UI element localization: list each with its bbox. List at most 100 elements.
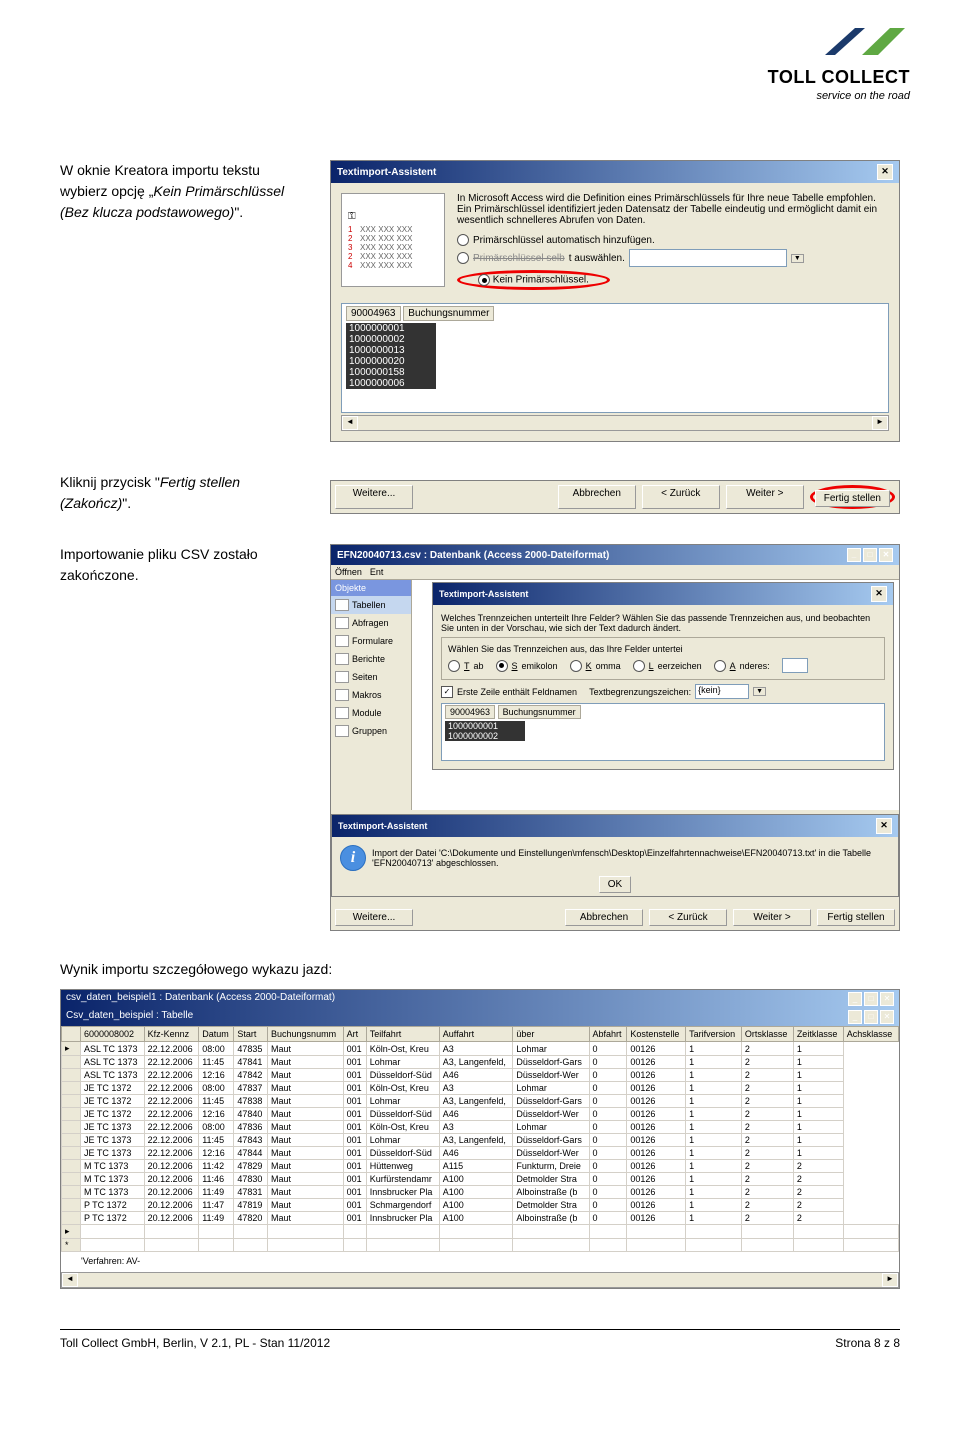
- radio-semikolon[interactable]: [496, 660, 508, 672]
- text-qualifier-select[interactable]: {kein}: [695, 684, 749, 699]
- horizontal-scrollbar[interactable]: ◄►: [341, 415, 889, 431]
- object-makros[interactable]: Makros: [331, 686, 411, 704]
- close-icon[interactable]: ✕: [880, 1010, 894, 1024]
- table-row: ▸: [62, 1225, 899, 1239]
- table-row[interactable]: M TC 137320.12.200611:4247829Maut001Hütt…: [62, 1160, 899, 1173]
- table-row[interactable]: ASL TC 137322.12.200611:4547841Maut001Lo…: [62, 1056, 899, 1069]
- open-button[interactable]: Öffnen: [335, 567, 362, 577]
- object-module[interactable]: Module: [331, 704, 411, 722]
- other-delim-input[interactable]: [782, 658, 808, 673]
- column-header[interactable]: Buchungsnumm: [268, 1027, 344, 1042]
- table-row[interactable]: M TC 137320.12.200611:4647830Maut001Kurf…: [62, 1173, 899, 1186]
- next-button[interactable]: Weiter >: [733, 909, 811, 926]
- object-gruppen[interactable]: Gruppen: [331, 722, 411, 740]
- table-footer-note: 'Verfahren: AV-: [61, 1252, 899, 1270]
- close-icon[interactable]: ✕: [871, 586, 887, 602]
- minimize-icon[interactable]: _: [848, 1010, 862, 1024]
- radio-komma[interactable]: [570, 660, 582, 672]
- cancel-button[interactable]: Abbrechen: [565, 909, 643, 926]
- radio-tab[interactable]: [448, 660, 460, 672]
- design-button[interactable]: Ent: [370, 567, 384, 577]
- more-button[interactable]: Weitere...: [335, 485, 413, 509]
- column-header[interactable]: Abfahrt: [589, 1027, 627, 1042]
- column-header[interactable]: über: [513, 1027, 589, 1042]
- key-illustration: ⚿ 1XXX XXX XXX2XXX XXX XXX3XXX XXX XXX2X…: [341, 193, 445, 287]
- completion-message-text: Import der Datei 'C:\Dokumente und Einst…: [372, 848, 890, 868]
- column-header[interactable]: Kostenstelle: [627, 1027, 686, 1042]
- next-button[interactable]: Weiter >: [726, 485, 804, 509]
- column-header[interactable]: Start: [234, 1027, 268, 1042]
- table-row[interactable]: JE TC 137222.12.200611:4547838Maut001Loh…: [62, 1095, 899, 1108]
- table-row[interactable]: ▸ASL TC 137322.12.200608:0047835Maut001K…: [62, 1042, 899, 1056]
- radio-leerzeichen[interactable]: [633, 660, 645, 672]
- ok-button[interactable]: OK: [599, 876, 631, 893]
- table-row[interactable]: JE TC 137322.12.200608:0047836Maut001Köl…: [62, 1121, 899, 1134]
- maximize-icon[interactable]: □: [864, 1010, 878, 1024]
- cancel-button[interactable]: Abbrechen: [558, 485, 636, 509]
- section3-instruction: Importowanie pliku CSV zostało zakończon…: [60, 544, 310, 586]
- radio-select-key[interactable]: [457, 252, 469, 264]
- chevron-down-icon[interactable]: ▼: [791, 254, 804, 263]
- preview-listbox[interactable]: 90004963 Buchungsnummer 1000000001100000…: [341, 303, 889, 413]
- close-icon[interactable]: ✕: [877, 164, 893, 180]
- preview-listbox-2[interactable]: 90004963 Buchungsnummer 1000000001100000…: [441, 703, 885, 761]
- info-icon: i: [340, 845, 366, 871]
- maximize-icon[interactable]: □: [864, 992, 878, 1006]
- footer-right: Strona 8 z 8: [835, 1336, 900, 1350]
- column-header[interactable]: Auffahrt: [439, 1027, 513, 1042]
- key-field-select[interactable]: [629, 249, 787, 267]
- first-row-header-checkbox[interactable]: ✓: [441, 686, 453, 698]
- section1-instruction: W oknie Kreatora importu tekstu wybierz …: [60, 160, 310, 223]
- column-header[interactable]: Zeitklasse: [793, 1027, 843, 1042]
- minimize-icon[interactable]: _: [848, 992, 862, 1006]
- brand-logo: TOLL COLLECT service on the road: [768, 20, 910, 102]
- column-header[interactable]: Tarifversion: [686, 1027, 742, 1042]
- column-header[interactable]: Datum: [199, 1027, 234, 1042]
- table-row[interactable]: M TC 137320.12.200611:4947831Maut001Inns…: [62, 1186, 899, 1199]
- finish-button[interactable]: Fertig stellen: [815, 490, 890, 507]
- finish-button[interactable]: Fertig stellen: [817, 909, 895, 926]
- table-row[interactable]: ASL TC 137322.12.200612:1647842Maut001Dü…: [62, 1069, 899, 1082]
- object-tabellen[interactable]: Tabellen: [331, 596, 411, 614]
- column-header[interactable]: Achsklasse: [843, 1027, 898, 1042]
- result-table-window: csv_daten_beispiel1 : Datenbank (Access …: [60, 989, 900, 1289]
- db-title: csv_daten_beispiel1 : Datenbank (Access …: [66, 992, 335, 1006]
- column-header[interactable]: Ortsklasse: [741, 1027, 793, 1042]
- column-header[interactable]: 6000008002: [81, 1027, 145, 1042]
- column-header[interactable]: Teilfahrt: [366, 1027, 439, 1042]
- close-icon[interactable]: ✕: [880, 992, 894, 1006]
- table-row[interactable]: P TC 137220.12.200611:4747819Maut001Schm…: [62, 1199, 899, 1212]
- table-row[interactable]: JE TC 137322.12.200612:1647844Maut001Düs…: [62, 1147, 899, 1160]
- radio-anderes:[interactable]: [714, 660, 726, 672]
- column-header[interactable]: Art: [343, 1027, 366, 1042]
- close-icon[interactable]: ✕: [879, 548, 893, 562]
- table-title: Csv_daten_beispiel : Tabelle: [66, 1010, 193, 1024]
- chevron-down-icon[interactable]: ▼: [753, 687, 766, 696]
- result-heading: Wynik importu szczegółowego wykazu jazd:: [60, 961, 900, 977]
- object-formulare[interactable]: Formulare: [331, 632, 411, 650]
- table-row[interactable]: JE TC 137222.12.200612:1647840Maut001Düs…: [62, 1108, 899, 1121]
- horizontal-scrollbar[interactable]: ◄►: [61, 1272, 899, 1288]
- table-row[interactable]: P TC 137220.12.200611:4947820Maut001Inns…: [62, 1212, 899, 1225]
- scroll-left-icon: ◄: [342, 416, 358, 430]
- table-row[interactable]: JE TC 137322.12.200611:4547843Maut001Loh…: [62, 1134, 899, 1147]
- back-button[interactable]: < Zurück: [649, 909, 727, 926]
- scroll-right-icon: ►: [872, 416, 888, 430]
- maximize-icon[interactable]: □: [863, 548, 877, 562]
- footer-left: Toll Collect GmbH, Berlin, V 2.1, PL - S…: [60, 1336, 330, 1350]
- table-row[interactable]: JE TC 137222.12.200608:0047837Maut001Köl…: [62, 1082, 899, 1095]
- more-button[interactable]: Weitere...: [335, 909, 413, 926]
- object-abfragen[interactable]: Abfragen: [331, 614, 411, 632]
- back-button[interactable]: < Zurück: [642, 485, 720, 509]
- close-icon[interactable]: ✕: [876, 818, 892, 834]
- objects-header: Objekte: [331, 580, 411, 596]
- object-seiten[interactable]: Seiten: [331, 668, 411, 686]
- db-toolbar: Öffnen Ent: [331, 565, 899, 580]
- textimport-dialog: Textimport-Assistent ✕ ⚿ 1XXX XXX XXX2XX…: [330, 160, 900, 442]
- minimize-icon[interactable]: _: [847, 548, 861, 562]
- object-berichte[interactable]: Berichte: [331, 650, 411, 668]
- radio-no-key[interactable]: [478, 274, 490, 286]
- result-table: 6000008002Kfz-KennzDatumStartBuchungsnum…: [61, 1026, 899, 1252]
- radio-auto-key[interactable]: [457, 234, 469, 246]
- column-header[interactable]: Kfz-Kennz: [144, 1027, 199, 1042]
